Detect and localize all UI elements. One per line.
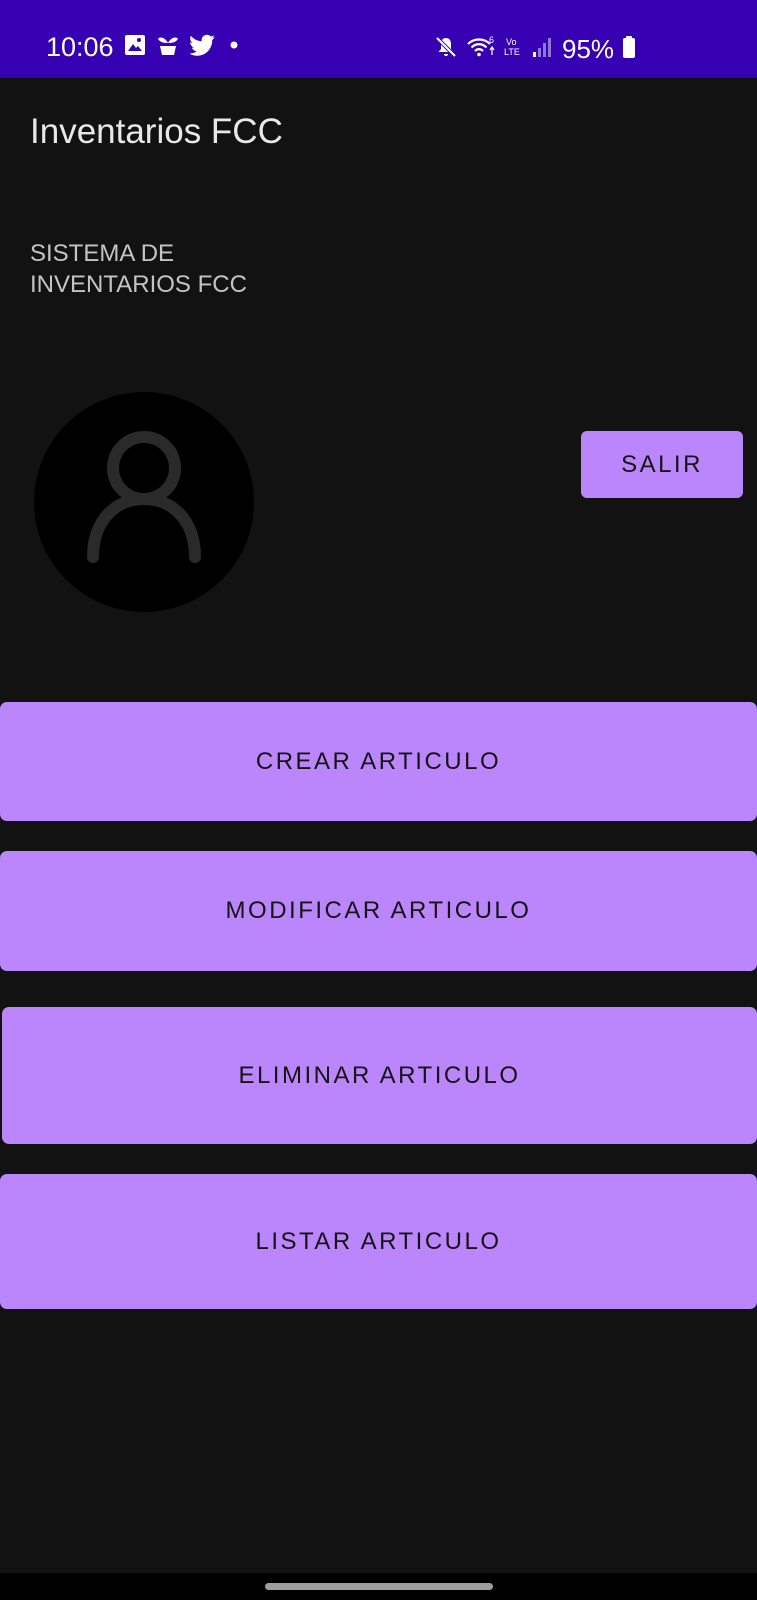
battery-icon (622, 35, 636, 64)
app-screen: 10:06 6 Vo LTE 95% Inventarios FCC SISTE… (0, 0, 757, 1600)
eliminar-articulo-button[interactable]: ELIMINAR ARTICULO (2, 1007, 757, 1144)
plant-icon (156, 34, 180, 61)
listar-articulo-button[interactable]: LISTAR ARTICULO (0, 1174, 757, 1309)
image-icon (124, 34, 146, 61)
app-title: Inventarios FCC (30, 112, 283, 151)
mute-icon (434, 35, 458, 64)
system-icons: 6 Vo LTE 95% (434, 34, 636, 64)
home-gesture-handle[interactable] (265, 1583, 493, 1590)
volte-icon: Vo LTE (504, 35, 524, 64)
system-subtitle: SISTEMA DE INVENTARIOS FCC (30, 240, 247, 298)
signal-icon (532, 35, 554, 64)
salir-button[interactable]: SALIR (581, 431, 743, 498)
volte-label-bottom: LTE (504, 47, 520, 57)
navigation-bar (0, 1573, 757, 1600)
volte-label-top: Vo (506, 37, 517, 47)
avatar (34, 392, 254, 612)
twitter-icon (189, 34, 216, 61)
wifi-icon: 6 (466, 35, 496, 64)
battery-percent: 95% (562, 34, 615, 64)
notification-icons (124, 34, 242, 61)
modificar-articulo-button[interactable]: MODIFICAR ARTICULO (0, 851, 757, 971)
crear-articulo-button[interactable]: CREAR ARTICULO (0, 702, 757, 821)
status-time: 10:06 (46, 32, 114, 62)
person-outline-icon (87, 431, 201, 563)
dot-icon (226, 34, 242, 61)
status-bar: 10:06 6 Vo LTE 95% (0, 0, 757, 78)
svg-text:6: 6 (489, 35, 494, 45)
